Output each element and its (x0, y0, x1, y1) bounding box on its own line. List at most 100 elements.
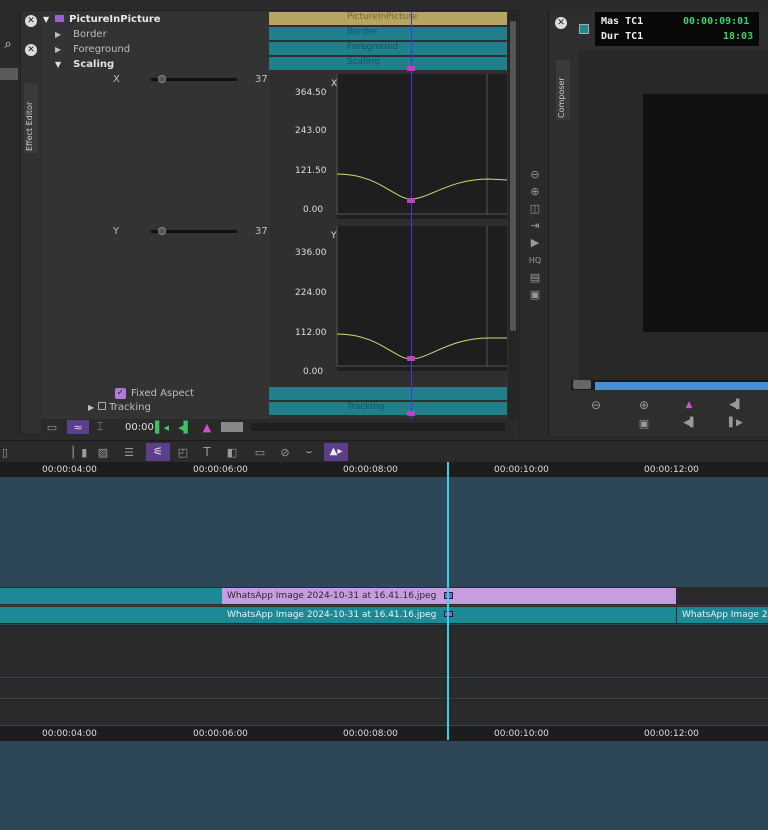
tree-item-scaling[interactable]: ▼ Scaling (55, 59, 114, 70)
effect-icon (54, 15, 64, 22)
split-view-icon[interactable]: ◫ (528, 201, 542, 215)
effect-editor-toolbar: ▭ ≈ ⌶ 00:00 ▌◂ ◂▌ ▲ (41, 419, 519, 435)
view-icon[interactable]: ▭ (45, 421, 59, 434)
track-label: Foreground (347, 42, 399, 52)
track-root[interactable]: PictureInPicture (269, 12, 507, 25)
tree-root-label: PictureInPicture (69, 14, 161, 25)
graph-x-axis: X (331, 79, 338, 89)
disable-icon[interactable]: ⊘ (278, 445, 292, 459)
effect-editor-panel: ✕ ✕ Effect Editor ▼ PictureInPicture ▶ Bo… (20, 10, 520, 435)
zoom-out-icon[interactable]: ⊖ (528, 167, 542, 181)
timeline-clip[interactable] (0, 607, 222, 623)
graph-y-tick: 112.00 (295, 328, 327, 338)
zoom-box[interactable] (221, 422, 243, 432)
search-icon[interactable]: ⌕ (0, 36, 16, 52)
clip-icon[interactable]: ▭ (252, 445, 268, 459)
track-lane-empty[interactable] (0, 678, 768, 698)
keyframe-marker-icon[interactable]: ▲ (201, 421, 213, 434)
ruler-label: 00:00:10:00 (494, 465, 549, 475)
timeline-clip[interactable]: WhatsApp Image 2024-10-31 at 16.41.16.jp… (677, 607, 768, 623)
track-fixed-aspect[interactable] (269, 387, 507, 400)
timeline-playhead[interactable] (447, 462, 449, 740)
zoom-out-icon[interactable]: ⊖ (589, 398, 603, 412)
fixed-aspect-checkbox[interactable]: ✓ (115, 388, 126, 399)
timecode-display: Mas TC1 00:00:09:01 Dur TC1 18:03 (595, 12, 759, 46)
timeline-tracks: WhatsApp Image 2024-10-31 at 16.41.16.jp… (0, 477, 768, 726)
safe-area-icon[interactable]: ▤ (528, 270, 542, 284)
track-tracking[interactable]: Tracking (269, 402, 507, 415)
expand-icon: ▼ (55, 60, 62, 69)
align-icon[interactable]: ☰ (122, 445, 136, 459)
fixed-aspect-label: Fixed Aspect (131, 388, 195, 399)
zoom-in-icon[interactable]: ⊕ (528, 184, 542, 198)
ruler-label: 00:00:08:00 (343, 729, 398, 739)
screen-icon[interactable]: ▣ (528, 287, 542, 301)
ruler-label: 00:00:04:00 (42, 465, 97, 475)
tree-item-foreground[interactable]: ▶ Foreground (55, 44, 130, 55)
linear-mode-icon[interactable]: ⌶ (93, 420, 107, 433)
close-icon[interactable]: ✕ (555, 17, 567, 29)
fade-icon[interactable]: ◧ (225, 445, 239, 459)
tree-item-tracking[interactable]: ▶ Tracking (88, 402, 151, 413)
effect-editor-tab[interactable]: Effect Editor (24, 83, 38, 153)
track-label: PictureInPicture (347, 12, 418, 22)
overwrite-mode-icon[interactable]: ▨ (96, 445, 110, 459)
close-icon[interactable]: ✕ (25, 15, 37, 27)
timeline-toolbar: ▯ ▏▮ ▨ ☰ ⚟ ◰ T ◧ ▭ ⊘ ⌣ ▲▸ (0, 440, 768, 462)
add-keyframe-icon[interactable]: ▌◂ (155, 421, 169, 434)
tree-root[interactable]: ▼ PictureInPicture (43, 14, 161, 25)
preview-image (643, 94, 768, 332)
ruler-label: 00:00:06:00 (193, 729, 248, 739)
play-icon[interactable]: ▶ (528, 235, 542, 249)
preview-area[interactable] (579, 50, 768, 380)
x-label: X (113, 74, 120, 85)
title-icon[interactable]: T (200, 445, 214, 459)
keyframe-marker[interactable] (407, 198, 415, 203)
next-frame-icon[interactable]: ▌▶ (729, 417, 743, 429)
composer-gear-icon[interactable] (579, 24, 589, 34)
capture-icon[interactable]: ▣ (637, 417, 651, 430)
dur-tc-value: 18:03 (723, 31, 754, 42)
keyframe-marker[interactable] (407, 411, 415, 416)
track-scaling[interactable]: Scaling (269, 57, 507, 70)
vertical-scrollbar[interactable] (508, 11, 518, 421)
keyframe-tool-icon[interactable]: ▲▸ (324, 443, 348, 461)
next-keyframe-icon[interactable]: ◂▌ (177, 421, 193, 434)
dur-tc-label: Dur TC1 (601, 31, 644, 42)
hq-icon[interactable]: HQ (528, 253, 542, 267)
scroll-thumb[interactable] (510, 21, 516, 331)
graph-x-tick: 0.00 (303, 205, 324, 215)
position-handle[interactable] (573, 380, 591, 389)
timeline-tool-icon[interactable]: ▯ (0, 445, 10, 459)
horizontal-scroll[interactable] (251, 423, 505, 431)
curve-mode-icon[interactable]: ≈ (67, 420, 89, 434)
insert-mode-icon[interactable]: ▏▮ (72, 445, 88, 459)
graph-x-tick: 364.50 (295, 88, 327, 98)
close-icon-2[interactable]: ✕ (25, 44, 37, 56)
marker-icon[interactable]: ▲ (683, 399, 695, 411)
ruler-label: 00:00:12:00 (644, 729, 699, 739)
track-foreground[interactable]: Foreground (269, 42, 507, 55)
timeline-clip[interactable] (0, 588, 222, 604)
track-lane-empty[interactable] (0, 625, 768, 677)
track-lane-empty[interactable] (0, 699, 768, 725)
loop-icon[interactable]: ⇥ (528, 218, 542, 232)
timeline-ruler-top[interactable]: 00:00:04:00 00:00:06:00 00:00:08:00 00:0… (0, 462, 768, 477)
y-slider-handle[interactable] (158, 227, 166, 235)
zoom-in-icon[interactable]: ⊕ (637, 398, 651, 412)
tree-item-border[interactable]: ▶ Border (55, 29, 107, 40)
keyframe-marker[interactable] (407, 356, 415, 361)
x-slider-handle[interactable] (158, 75, 166, 83)
step-back-icon[interactable]: ◀▌ (729, 399, 743, 411)
keyframe-marker[interactable] (407, 66, 415, 71)
curve-icon[interactable]: ⌣ (302, 445, 316, 459)
mixer-icon[interactable]: ⚟ (146, 443, 170, 461)
timeline-ruler-bottom[interactable]: 00:00:04:00 00:00:06:00 00:00:08:00 00:0… (0, 726, 768, 741)
transition-icon[interactable]: ◰ (176, 445, 190, 459)
composer-position-bar[interactable] (571, 380, 768, 390)
composer-tab[interactable]: Composer (556, 60, 570, 120)
position-value[interactable]: 00:00 (125, 422, 154, 433)
prev-frame-icon[interactable]: ◀▌ (683, 417, 697, 429)
track-border[interactable]: Border (269, 27, 507, 40)
track-label: Tracking (347, 402, 385, 412)
